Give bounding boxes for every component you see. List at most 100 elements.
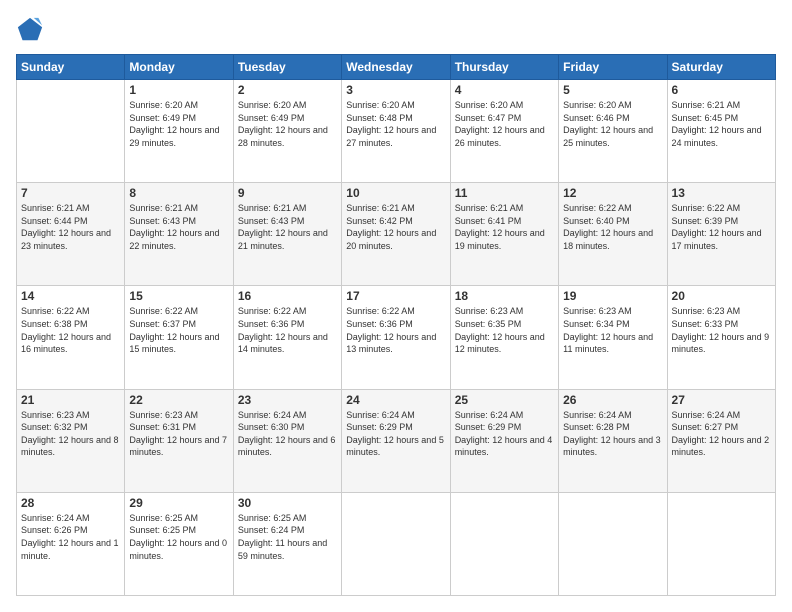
day-info: Sunrise: 6:20 AMSunset: 6:46 PMDaylight:… [563, 100, 653, 148]
calendar-day-cell: 6 Sunrise: 6:21 AMSunset: 6:45 PMDayligh… [667, 80, 775, 183]
calendar-day-cell: 17 Sunrise: 6:22 AMSunset: 6:36 PMDaylig… [342, 286, 450, 389]
day-number: 1 [129, 83, 228, 97]
calendar-day-cell: 21 Sunrise: 6:23 AMSunset: 6:32 PMDaylig… [17, 389, 125, 492]
calendar-week-row: 28 Sunrise: 6:24 AMSunset: 6:26 PMDaylig… [17, 492, 776, 595]
weekday-header: Wednesday [342, 55, 450, 80]
calendar-day-cell: 9 Sunrise: 6:21 AMSunset: 6:43 PMDayligh… [233, 183, 341, 286]
calendar-day-cell: 4 Sunrise: 6:20 AMSunset: 6:47 PMDayligh… [450, 80, 558, 183]
calendar-day-cell: 26 Sunrise: 6:24 AMSunset: 6:28 PMDaylig… [559, 389, 667, 492]
day-info: Sunrise: 6:20 AMSunset: 6:49 PMDaylight:… [238, 100, 328, 148]
day-number: 8 [129, 186, 228, 200]
weekday-header: Friday [559, 55, 667, 80]
day-info: Sunrise: 6:23 AMSunset: 6:33 PMDaylight:… [672, 306, 770, 354]
day-info: Sunrise: 6:20 AMSunset: 6:48 PMDaylight:… [346, 100, 436, 148]
day-info: Sunrise: 6:25 AMSunset: 6:24 PMDaylight:… [238, 513, 327, 561]
day-number: 28 [21, 496, 120, 510]
day-info: Sunrise: 6:22 AMSunset: 6:40 PMDaylight:… [563, 203, 653, 251]
day-number: 20 [672, 289, 771, 303]
logo [16, 16, 48, 44]
day-info: Sunrise: 6:21 AMSunset: 6:42 PMDaylight:… [346, 203, 436, 251]
day-info: Sunrise: 6:23 AMSunset: 6:32 PMDaylight:… [21, 410, 119, 458]
calendar-day-cell [450, 492, 558, 595]
day-info: Sunrise: 6:22 AMSunset: 6:36 PMDaylight:… [346, 306, 436, 354]
day-number: 5 [563, 83, 662, 97]
day-info: Sunrise: 6:21 AMSunset: 6:44 PMDaylight:… [21, 203, 111, 251]
calendar-day-cell: 1 Sunrise: 6:20 AMSunset: 6:49 PMDayligh… [125, 80, 233, 183]
day-info: Sunrise: 6:20 AMSunset: 6:49 PMDaylight:… [129, 100, 219, 148]
day-number: 25 [455, 393, 554, 407]
day-info: Sunrise: 6:22 AMSunset: 6:38 PMDaylight:… [21, 306, 111, 354]
day-info: Sunrise: 6:23 AMSunset: 6:34 PMDaylight:… [563, 306, 653, 354]
calendar-day-cell: 22 Sunrise: 6:23 AMSunset: 6:31 PMDaylig… [125, 389, 233, 492]
day-info: Sunrise: 6:21 AMSunset: 6:45 PMDaylight:… [672, 100, 762, 148]
weekday-header: Saturday [667, 55, 775, 80]
day-number: 9 [238, 186, 337, 200]
calendar-day-cell: 2 Sunrise: 6:20 AMSunset: 6:49 PMDayligh… [233, 80, 341, 183]
day-number: 13 [672, 186, 771, 200]
calendar-day-cell: 19 Sunrise: 6:23 AMSunset: 6:34 PMDaylig… [559, 286, 667, 389]
day-info: Sunrise: 6:23 AMSunset: 6:31 PMDaylight:… [129, 410, 227, 458]
calendar-day-cell: 25 Sunrise: 6:24 AMSunset: 6:29 PMDaylig… [450, 389, 558, 492]
calendar-table: SundayMondayTuesdayWednesdayThursdayFrid… [16, 54, 776, 596]
day-number: 14 [21, 289, 120, 303]
day-info: Sunrise: 6:24 AMSunset: 6:30 PMDaylight:… [238, 410, 336, 458]
calendar-day-cell: 28 Sunrise: 6:24 AMSunset: 6:26 PMDaylig… [17, 492, 125, 595]
day-number: 27 [672, 393, 771, 407]
day-info: Sunrise: 6:24 AMSunset: 6:27 PMDaylight:… [672, 410, 770, 458]
calendar-day-cell [559, 492, 667, 595]
day-number: 3 [346, 83, 445, 97]
day-number: 18 [455, 289, 554, 303]
weekday-header: Tuesday [233, 55, 341, 80]
day-number: 12 [563, 186, 662, 200]
weekday-header: Monday [125, 55, 233, 80]
day-info: Sunrise: 6:21 AMSunset: 6:41 PMDaylight:… [455, 203, 545, 251]
day-number: 16 [238, 289, 337, 303]
calendar-day-cell: 29 Sunrise: 6:25 AMSunset: 6:25 PMDaylig… [125, 492, 233, 595]
calendar-day-cell: 16 Sunrise: 6:22 AMSunset: 6:36 PMDaylig… [233, 286, 341, 389]
day-number: 21 [21, 393, 120, 407]
day-info: Sunrise: 6:22 AMSunset: 6:39 PMDaylight:… [672, 203, 762, 251]
calendar-day-cell [342, 492, 450, 595]
calendar-day-cell [667, 492, 775, 595]
day-number: 29 [129, 496, 228, 510]
calendar-day-cell: 10 Sunrise: 6:21 AMSunset: 6:42 PMDaylig… [342, 183, 450, 286]
day-number: 2 [238, 83, 337, 97]
day-number: 7 [21, 186, 120, 200]
day-info: Sunrise: 6:21 AMSunset: 6:43 PMDaylight:… [238, 203, 328, 251]
calendar-week-row: 14 Sunrise: 6:22 AMSunset: 6:38 PMDaylig… [17, 286, 776, 389]
day-info: Sunrise: 6:25 AMSunset: 6:25 PMDaylight:… [129, 513, 227, 561]
day-info: Sunrise: 6:22 AMSunset: 6:36 PMDaylight:… [238, 306, 328, 354]
day-number: 11 [455, 186, 554, 200]
calendar-week-row: 7 Sunrise: 6:21 AMSunset: 6:44 PMDayligh… [17, 183, 776, 286]
day-number: 6 [672, 83, 771, 97]
day-number: 24 [346, 393, 445, 407]
calendar-day-cell: 15 Sunrise: 6:22 AMSunset: 6:37 PMDaylig… [125, 286, 233, 389]
calendar-day-cell: 27 Sunrise: 6:24 AMSunset: 6:27 PMDaylig… [667, 389, 775, 492]
day-info: Sunrise: 6:22 AMSunset: 6:37 PMDaylight:… [129, 306, 219, 354]
calendar-day-cell: 12 Sunrise: 6:22 AMSunset: 6:40 PMDaylig… [559, 183, 667, 286]
calendar-day-cell: 8 Sunrise: 6:21 AMSunset: 6:43 PMDayligh… [125, 183, 233, 286]
calendar-day-cell: 3 Sunrise: 6:20 AMSunset: 6:48 PMDayligh… [342, 80, 450, 183]
day-number: 15 [129, 289, 228, 303]
calendar-day-cell: 14 Sunrise: 6:22 AMSunset: 6:38 PMDaylig… [17, 286, 125, 389]
calendar-day-cell: 13 Sunrise: 6:22 AMSunset: 6:39 PMDaylig… [667, 183, 775, 286]
calendar-day-cell: 11 Sunrise: 6:21 AMSunset: 6:41 PMDaylig… [450, 183, 558, 286]
day-info: Sunrise: 6:20 AMSunset: 6:47 PMDaylight:… [455, 100, 545, 148]
calendar-day-cell: 7 Sunrise: 6:21 AMSunset: 6:44 PMDayligh… [17, 183, 125, 286]
day-info: Sunrise: 6:21 AMSunset: 6:43 PMDaylight:… [129, 203, 219, 251]
logo-icon [16, 16, 44, 44]
calendar-day-cell: 24 Sunrise: 6:24 AMSunset: 6:29 PMDaylig… [342, 389, 450, 492]
calendar-day-cell: 30 Sunrise: 6:25 AMSunset: 6:24 PMDaylig… [233, 492, 341, 595]
day-number: 30 [238, 496, 337, 510]
calendar-day-cell: 23 Sunrise: 6:24 AMSunset: 6:30 PMDaylig… [233, 389, 341, 492]
day-number: 26 [563, 393, 662, 407]
day-info: Sunrise: 6:24 AMSunset: 6:28 PMDaylight:… [563, 410, 661, 458]
header [16, 16, 776, 44]
day-info: Sunrise: 6:24 AMSunset: 6:29 PMDaylight:… [346, 410, 444, 458]
day-number: 4 [455, 83, 554, 97]
page: SundayMondayTuesdayWednesdayThursdayFrid… [0, 0, 792, 612]
calendar-day-cell: 5 Sunrise: 6:20 AMSunset: 6:46 PMDayligh… [559, 80, 667, 183]
calendar-day-cell [17, 80, 125, 183]
calendar-header-row: SundayMondayTuesdayWednesdayThursdayFrid… [17, 55, 776, 80]
day-number: 23 [238, 393, 337, 407]
